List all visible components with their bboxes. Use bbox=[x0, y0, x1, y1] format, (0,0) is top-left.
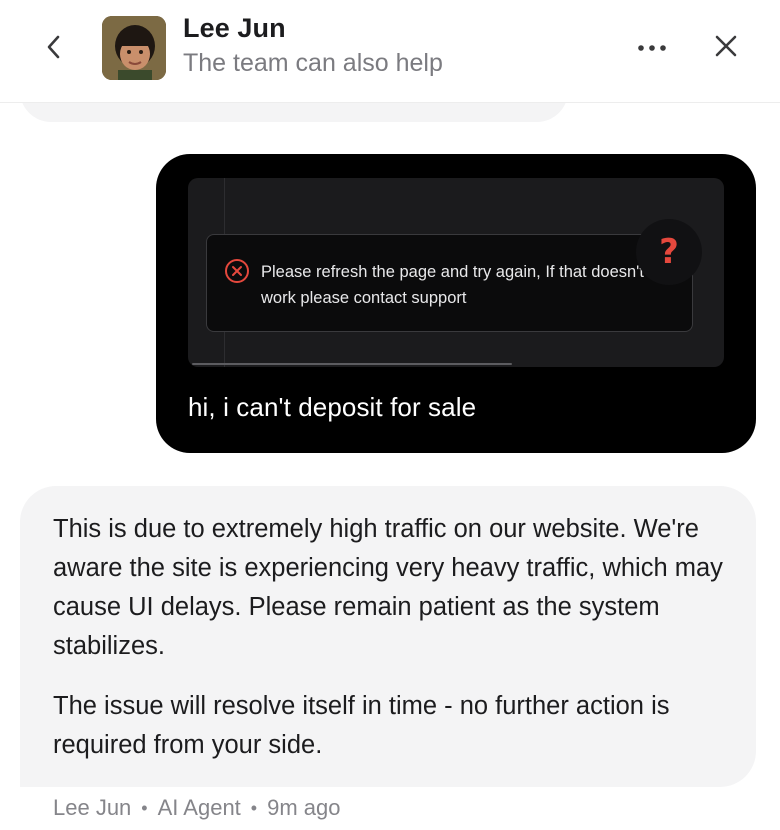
meta-role: AI Agent bbox=[157, 795, 241, 820]
help-button[interactable]: ? bbox=[636, 219, 702, 285]
meta-separator: • bbox=[250, 797, 258, 818]
agent-message-paragraph: The issue will resolve itself in time - … bbox=[53, 692, 670, 759]
agent-message-paragraph: This is due to extremely high traffic on… bbox=[53, 515, 723, 660]
close-icon bbox=[715, 35, 737, 57]
screenshot-scrollbar bbox=[192, 363, 512, 365]
meta-author: Lee Jun bbox=[53, 795, 132, 820]
message-meta: Lee Jun • AI Agent • 9m ago bbox=[53, 795, 341, 821]
error-circle-icon bbox=[225, 259, 249, 283]
error-message: Please refresh the page and try again, I… bbox=[261, 263, 644, 307]
meta-separator: • bbox=[141, 797, 148, 818]
chat-header: Lee Jun The team can also help bbox=[0, 0, 780, 103]
more-options-button[interactable] bbox=[630, 30, 674, 66]
chevron-left-icon bbox=[47, 35, 60, 59]
meta-time: 9m ago bbox=[267, 795, 341, 820]
back-button[interactable] bbox=[36, 28, 72, 66]
more-horizontal-icon bbox=[638, 45, 666, 51]
avatar bbox=[102, 16, 166, 80]
question-mark-icon: ? bbox=[659, 232, 679, 272]
user-message-text: hi, i can't deposit for sale bbox=[188, 392, 477, 422]
close-button[interactable] bbox=[706, 26, 746, 66]
contact-name: Lee Jun bbox=[183, 13, 286, 43]
contact-subtitle: The team can also help bbox=[183, 49, 443, 77]
